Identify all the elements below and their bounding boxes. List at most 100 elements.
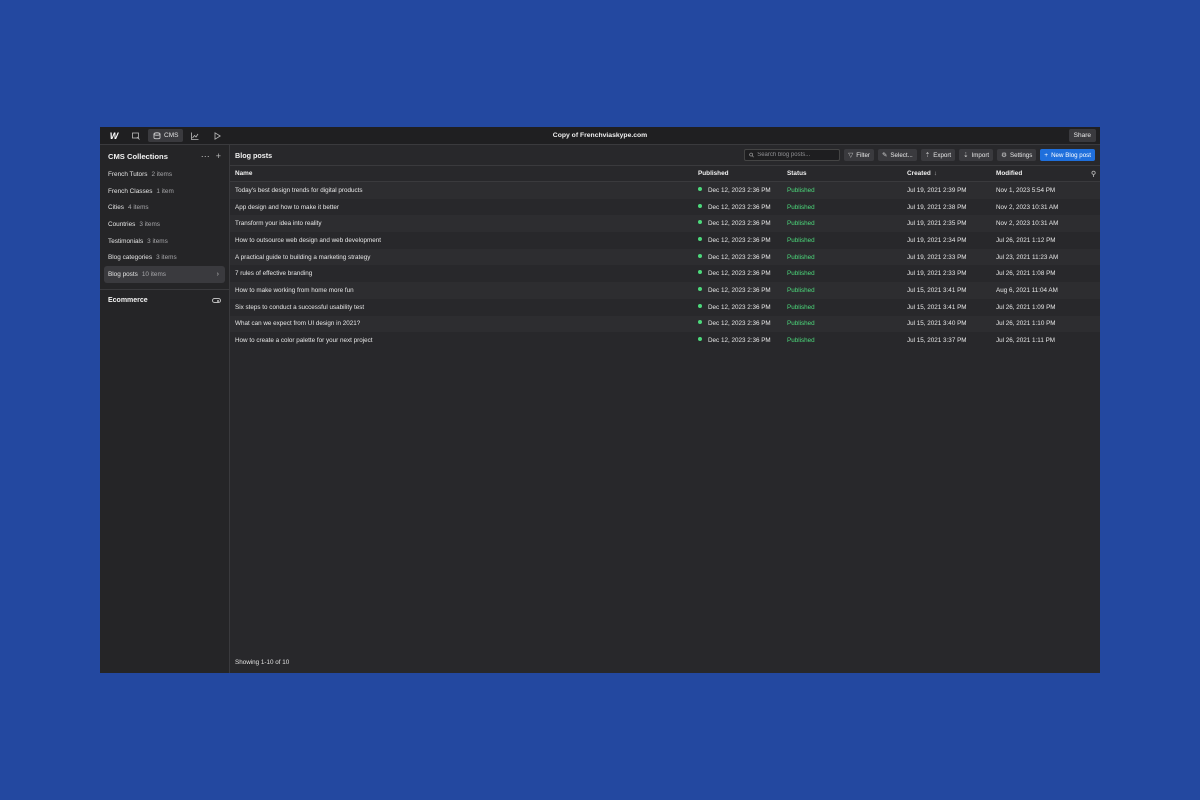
sort-arrow-icon: ↓ [933,170,937,177]
select-button[interactable]: ✎ Select... [877,149,917,161]
table-header: Name Published Status Created ↓ Modified … [230,166,1100,182]
export-label: Export [933,151,952,159]
sidebar-item-countries[interactable]: Countries 3 items [104,216,225,233]
table-body: Today's best design trends for digital p… [230,182,1100,349]
cell-modified: Nov 1, 2023 5:54 PM [996,186,1056,194]
cell-published-date: Dec 12, 2023 2:36 PM [708,286,771,294]
cell-published-date: Dec 12, 2023 2:36 PM [708,203,771,211]
table-row[interactable]: Today's best design trends for digital p… [230,182,1100,199]
cell-modified: Jul 26, 2021 1:10 PM [996,320,1056,328]
sidebar-item-french-classes[interactable]: French Classes 1 item [104,183,225,200]
cell-published: Dec 12, 2023 2:36 PM [693,186,782,194]
sidebar-item-french-tutors[interactable]: French Tutors 2 items [104,166,225,183]
table-row[interactable]: What can we expect from UI design in 202… [230,315,1100,333]
cms-window: W CMS Copy of Frenchviaskype.com Share C… [100,127,1100,673]
sidebar-divider [100,288,229,290]
cell-published: Dec 12, 2023 2:36 PM [693,236,782,244]
filter-icon: ▽ [848,152,854,159]
new-blog-post-label: New Blog post [1051,151,1091,159]
cell-published: Dec 12, 2023 2:36 PM [693,303,782,311]
cell-published-date: Dec 12, 2023 2:36 PM [708,220,771,228]
table-row[interactable]: Six steps to conduct a successful usabil… [230,298,1100,316]
sidebar-item-cities[interactable]: Cities 4 items [104,199,225,216]
cell-status: Published [787,270,815,278]
table-row[interactable]: App design and how to make it better Dec … [230,198,1100,216]
search-box[interactable] [744,149,841,161]
cell-created: Jul 15, 2021 3:41 PM [907,286,967,294]
cell-created: Jul 19, 2021 2:33 PM [907,253,967,261]
plus-icon: + [1044,151,1049,159]
published-dot-icon [698,220,702,225]
export-button[interactable]: ⇡ Export [920,149,956,161]
cell-name: A practical guide to building a marketin… [235,253,371,261]
toggle-icon[interactable] [212,298,221,304]
published-dot-icon [698,303,702,308]
collection-name: Testimonials [108,237,144,245]
select-icon: ✎ [881,152,888,159]
sidebar-header: CMS Collections ⋯ + [104,146,225,166]
share-button[interactable]: Share [1068,129,1096,142]
table-row[interactable]: How to outsource web design and web deve… [230,232,1100,249]
items-table: Name Published Status Created ↓ Modified … [230,166,1100,673]
sidebar-item-blog-categories[interactable]: Blog categories 3 items [104,249,225,266]
cell-name: How to make working from home more fun [235,286,354,294]
cell-name: What can we expect from UI design in 202… [235,320,361,328]
webflow-logo-icon[interactable]: W [104,129,124,143]
cell-published: Dec 12, 2023 2:36 PM [693,320,782,327]
cell-status: Published [787,320,815,328]
toolbar: ▽ Filter ✎ Select... ⇡ Export ⇣ Import [744,149,1095,161]
column-header-status[interactable]: Status [782,170,902,177]
chevron-right-icon: › [216,270,219,278]
table-row[interactable]: Transform your idea into reality Dec 12, … [230,215,1100,233]
import-label: Import [971,151,990,159]
new-blog-post-button[interactable]: + New Blog post [1040,149,1095,161]
table-row[interactable]: How to create a color palette for your n… [230,332,1100,349]
cell-created: Jul 19, 2021 2:38 PM [907,203,967,211]
filter-label: Filter [856,151,870,159]
cell-published: Dec 12, 2023 2:36 PM [693,270,782,277]
settings-button[interactable]: ⚙ Settings [997,149,1037,161]
cell-modified: Aug 6, 2021 11:04 AM [996,286,1058,294]
cell-status: Published [787,220,815,228]
analytics-icon[interactable] [185,129,205,143]
column-header-name[interactable]: Name [230,170,693,177]
play-icon[interactable] [207,129,227,143]
cell-published: Dec 12, 2023 2:36 PM [693,220,782,227]
cell-modified: Jul 26, 2021 1:09 PM [996,303,1056,311]
filter-button[interactable]: ▽ Filter [844,149,874,161]
cell-published: Dec 12, 2023 2:36 PM [693,337,782,344]
add-collection-icon[interactable]: + [216,151,221,162]
cell-name: How to create a color palette for your n… [235,337,373,345]
column-header-modified[interactable]: Modified [991,170,1086,177]
cell-published-date: Dec 12, 2023 2:36 PM [708,320,771,328]
pin-icon[interactable]: ⚲ [1086,170,1100,178]
column-header-created[interactable]: Created ↓ [902,170,991,177]
cell-created: Jul 19, 2021 2:35 PM [907,220,967,228]
sidebar-item-blog-posts[interactable]: Blog posts 10 items › [104,266,225,283]
more-options-icon[interactable]: ⋯ [201,151,210,162]
collection-count: 3 items [147,237,168,245]
cms-sidebar: CMS Collections ⋯ + French Tutors 2 item… [100,145,230,673]
published-dot-icon [698,236,702,241]
pages-icon[interactable] [126,129,146,143]
cell-modified: Nov 2, 2023 10:31 AM [996,220,1059,228]
ecommerce-section[interactable]: Ecommerce [104,292,225,310]
collection-count: 4 items [127,204,149,212]
column-header-published[interactable]: Published [693,170,782,177]
collection-title: Blog posts [235,150,273,160]
import-icon: ⇣ [963,152,969,159]
cell-name: Six steps to conduct a successful usabil… [235,303,365,311]
table-row[interactable]: How to make working from home more fun De… [230,282,1100,299]
sidebar-item-testimonials[interactable]: Testimonials 3 items [104,233,225,250]
search-input[interactable] [757,152,836,158]
cell-name: Transform your idea into reality [235,220,322,228]
cell-published: Dec 12, 2023 2:36 PM [693,286,782,294]
import-button[interactable]: ⇣ Import [959,149,994,161]
cell-status: Published [787,303,815,311]
cms-tab[interactable]: CMS [148,129,184,142]
export-icon: ⇡ [924,152,931,159]
cell-published: Dec 12, 2023 2:36 PM [693,203,782,211]
table-row[interactable]: 7 rules of effective branding Dec 12, 202… [230,265,1100,283]
table-row[interactable]: A practical guide to building a marketin… [230,248,1100,266]
cell-status: Published [787,286,815,294]
